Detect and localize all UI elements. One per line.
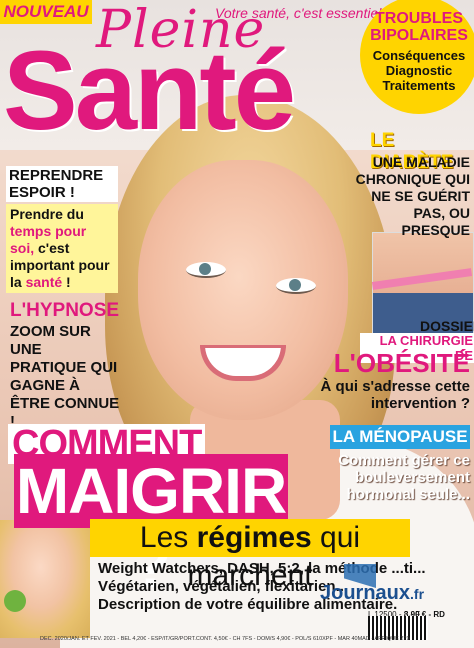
list-item: Weight Watchers, DASH, 5:2, la méthode .…	[98, 560, 426, 577]
hope-body: Prendre du temps pour soi, c'est importa…	[6, 204, 118, 293]
obesity-title: L'OBÉSITÉ	[333, 348, 470, 378]
watermark-logo: Journaux.fr	[320, 582, 425, 604]
bipolar-title: TROUBLES BIPOLAIRES	[370, 10, 468, 44]
dossier-label: DOSSIER	[420, 318, 474, 334]
hope-tag: REPRENDRE ESPOIR !	[6, 166, 118, 202]
small-photo	[0, 520, 90, 638]
new-badge: NOUVEAU	[0, 0, 92, 24]
hypnosis-body: ZOOM SUR UNE PRATIQUE QUI GAGNE À ÊTRE C…	[10, 323, 120, 430]
magazine-cover: NOUVEAU Pleine Votre santé, c'est essent…	[0, 0, 474, 648]
diabetes-body: UNE MALADIE CHRONIQUE QUI NE SE GUÉRIT P…	[355, 154, 470, 238]
apple-icon	[4, 590, 26, 612]
diets-banner: Les régimes qui marchent	[90, 519, 410, 592]
hope-box: REPRENDRE ESPOIR ! Prendre du temps pour…	[6, 166, 118, 293]
menopause-body: Comment gérer ce bouleversement hormonal…	[338, 452, 470, 503]
hypnosis-title: L'HYPNOSE	[10, 300, 120, 321]
headline-maigrir: MAIGRIR ?	[14, 454, 288, 601]
menopause-title: LA MÉNOPAUSE	[330, 425, 470, 449]
left-eye	[186, 262, 226, 278]
obesity-body: À qui s'adresse cette intervention ?	[320, 378, 470, 412]
bipolar-circle: TROUBLES BIPOLAIRES Conséquences Diagnos…	[360, 0, 474, 114]
bipolar-body: Conséquences Diagnostic Traitements	[372, 48, 466, 93]
masthead-sante: Santé	[3, 28, 296, 153]
right-eye	[276, 278, 316, 294]
fine-print: DÉC. 2020/JAN. ET FÉV. 2021 - BEL 4,20€ …	[40, 636, 410, 642]
